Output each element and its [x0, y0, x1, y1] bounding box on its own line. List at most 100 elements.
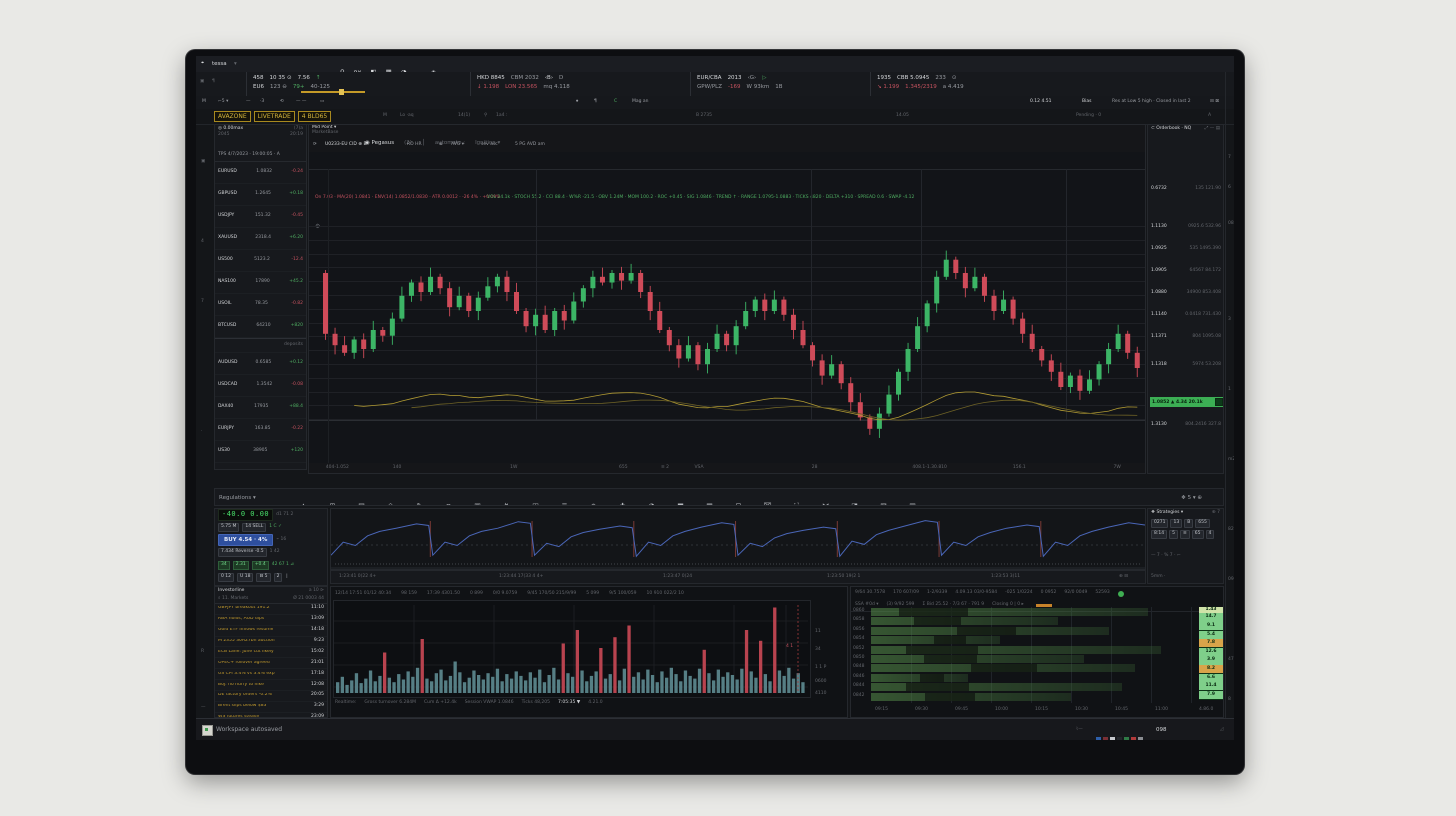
quote-group[interactable]: 45810 35 ⊙7.56↑EU6123 ⊖79+40-125 [246, 72, 470, 96]
ticket-offset-cell[interactable]: +0.4 [252, 561, 269, 570]
mini-button[interactable]: 655 [1195, 519, 1210, 528]
timebar-buttons[interactable]: ⊕ ⊟ [1119, 575, 1128, 580]
chart-toolbar-token[interactable]: ⟳ [313, 143, 317, 148]
news-row[interactable]: ECB Lane: June cut likely15:02 [215, 647, 327, 658]
tool-icon[interactable]: ▦ [695, 502, 724, 506]
watchlist-row[interactable]: NAS10017890+45.2 [215, 272, 306, 294]
toolbar-token[interactable]: ¶ [594, 100, 597, 105]
tool-icon[interactable]: ▧ [869, 502, 898, 506]
toolbar-token[interactable]: ▭ [320, 100, 324, 105]
mini-button[interactable]: 65 [1192, 530, 1204, 539]
mini-button[interactable]: 16/ [1169, 583, 1182, 584]
current-price-box[interactable] [1215, 398, 1223, 406]
tool-icon[interactable]: ⬒ [666, 502, 695, 506]
tool-icon[interactable]: ⌗ [434, 502, 463, 506]
watchlist-row[interactable]: XAUUSD2318.4+6.20 [215, 228, 306, 250]
toolbar-token[interactable]: — — [296, 100, 306, 105]
brand-caret-icon[interactable]: ▾ [234, 61, 237, 67]
news-row[interactable]: Brent slips below $833:29 [215, 702, 327, 713]
orderbook-row[interactable]: 1.1371804 1095.08 [1151, 335, 1221, 340]
tick-chart-panel[interactable] [330, 508, 1146, 570]
reverse-button[interactable]: 7.434 Reverse -0.5 [218, 548, 267, 557]
mini-button[interactable]: Field [1151, 583, 1167, 584]
toolbar-token[interactable]: ·3 [260, 100, 264, 105]
orderbook-row[interactable]: 1.3130804.2416 327.8 [1151, 423, 1221, 428]
orderbook-row[interactable]: 1.0925535 1495.390 [1151, 247, 1221, 252]
toolbar-token[interactable]: ⏺ [576, 100, 578, 105]
tool-icon[interactable]: ◨ [840, 502, 869, 506]
range-slider[interactable] [301, 91, 365, 93]
orderbook-row[interactable]: 1.11400.0418 731.430 [1151, 313, 1221, 318]
orderbook-row[interactable]: 1.13185974 53.208 [1151, 363, 1221, 368]
watchlist-row[interactable]: USOIL78.35-0.82 [215, 294, 306, 316]
volume-plot[interactable]: 4 1 [333, 600, 811, 698]
chart-toolbar-token[interactable]: RO HR [407, 143, 422, 148]
chart-toolbar-token[interactable]: ≣ [439, 143, 443, 148]
mini-button[interactable]: B [1184, 519, 1193, 528]
toolbar-token[interactable]: ⊟ ⊠ [1210, 100, 1219, 105]
right-scroll-strip[interactable]: 760831m28209478 [1225, 72, 1234, 718]
tool-icon[interactable]: ⋈ [811, 502, 840, 506]
tool-icon[interactable]: ▣ [463, 502, 492, 506]
regulations-dropdown[interactable]: Regulations ▾ [219, 495, 256, 501]
mini-button[interactable]: 77 [1185, 583, 1197, 584]
sell-button[interactable]: 14 SELL [242, 523, 266, 532]
watchlist-row[interactable]: US5005123.2-12.4 [215, 250, 306, 272]
mini-button[interactable]: 8:14 [1151, 530, 1167, 539]
tool-icon[interactable]: ◫ [521, 502, 550, 506]
workspace-tab[interactable]: AVAZONE [214, 111, 251, 122]
news-row[interactable]: BoJ: no hurry to hike12:08 [215, 680, 327, 691]
news-row[interactable]: M 2355 30A27bn auction9:23 [215, 637, 327, 648]
tool-icon[interactable]: ≣ [550, 502, 579, 506]
toolbar-right-cluster[interactable]: ❖ 5 ▾ ⊕ [1181, 495, 1202, 501]
lot-button[interactable]: 5.75 M [218, 523, 239, 532]
current-price-row[interactable]: 1.0852 ▲ 4.34 20.1k [1150, 397, 1224, 407]
news-row[interactable]: RBA holds, AUD dips13:09 [215, 615, 327, 626]
ticket-preset-2[interactable]: U 18 [237, 573, 253, 582]
news-row[interactable]: OPEC+ rollover agreed21:01 [215, 658, 327, 669]
watchlist-row[interactable]: EURJPY163.85-0.22 [215, 419, 306, 441]
mini-button[interactable]: 5 [1169, 530, 1178, 539]
chart-plot-area[interactable]: On 7.03 · MA(20) 1.0841 · ENV(14) 1.0852… [309, 152, 1146, 463]
orderbook-row[interactable]: 1.088034900 853.408 [1151, 291, 1221, 296]
dom-depth-body[interactable]: 0860085808560854085208500848084608440842… [851, 607, 1224, 703]
watchlist-row[interactable]: US3038905+120 [215, 441, 306, 463]
ladder-cell[interactable]: 7.9 [1199, 691, 1223, 700]
chart-toolbar-token[interactable]: U0233-EU CID ⊕ B [325, 143, 367, 148]
quote-group[interactable]: EUR/CBA2013‹G›▷GPW/PLZ-169W 93km1B [690, 72, 870, 96]
news-row[interactable]: DE factory orders -0.2%20:05 [215, 691, 327, 702]
workspace-tab[interactable]: LIVETRADE [254, 111, 295, 122]
buy-button[interactable]: BUY 4.54 · 4% [218, 534, 273, 546]
toolbar-token[interactable]: Mag an [632, 100, 649, 105]
mini-panel-actions[interactable]: ⊕ 7 [1212, 511, 1220, 516]
ticket-preset-3[interactable]: ⊟ 5 [256, 573, 270, 582]
news-filter[interactable]: ⌕ 11. Markets [218, 597, 248, 602]
quote-group[interactable]: HKD 8845CBM 2032‹B›D↓ 1.198LON 23.565mq … [470, 72, 690, 96]
chart-toolbar-token[interactable]: sev asc [481, 143, 498, 148]
resize-grip-icon[interactable]: ◿ [1220, 728, 1223, 733]
watchlist-row[interactable]: AUDUSD0.6585+0.12 [215, 353, 306, 375]
watchlist-row[interactable]: GBPUSD1.2645+0.18 [215, 184, 306, 206]
toolbar-token[interactable]: — [246, 100, 251, 105]
mini-button[interactable]: 4 [1206, 530, 1215, 539]
watchlist-row[interactable]: DAX4017935+88.4 [215, 397, 306, 419]
chart-toolbar-token[interactable]: 5 PG AVD am [515, 143, 545, 148]
mini-button[interactable]: 13 [1170, 519, 1182, 528]
toolbar-token[interactable]: ⟲ [280, 100, 284, 105]
tool-icon[interactable]: ⌾ [579, 502, 608, 506]
tool-icon[interactable]: ▲ [289, 502, 318, 506]
tool-icon[interactable]: ◔ [637, 502, 666, 506]
ticket-qty-cell[interactable]: 34 [218, 561, 230, 570]
workspace-icon[interactable] [202, 725, 213, 736]
orderbook-row[interactable]: 1.090564567 84.172 [1151, 269, 1221, 274]
orderbook-row[interactable]: 1.11300925.6 532.96 [1151, 225, 1221, 230]
toolbar-token[interactable]: Res at Low 5 high · Closed in last 2 [1112, 100, 1191, 105]
orderbook-row[interactable]: 0.6732135 121.90 [1151, 187, 1221, 192]
mini-button[interactable]: 0271 [1151, 519, 1168, 528]
rail-glyph[interactable]: ▣ [201, 160, 205, 165]
tool-icon[interactable]: ✎ [405, 502, 434, 506]
workspace-tab[interactable]: 4 BLD65 [298, 111, 331, 122]
tool-icon[interactable]: ⛶ [782, 502, 811, 506]
tool-icon[interactable]: ⊡ [724, 502, 753, 506]
quote-group[interactable]: 1935CBB 5.0945233⊙↘ 1.1991.345/2319a 4.4… [870, 72, 1230, 96]
